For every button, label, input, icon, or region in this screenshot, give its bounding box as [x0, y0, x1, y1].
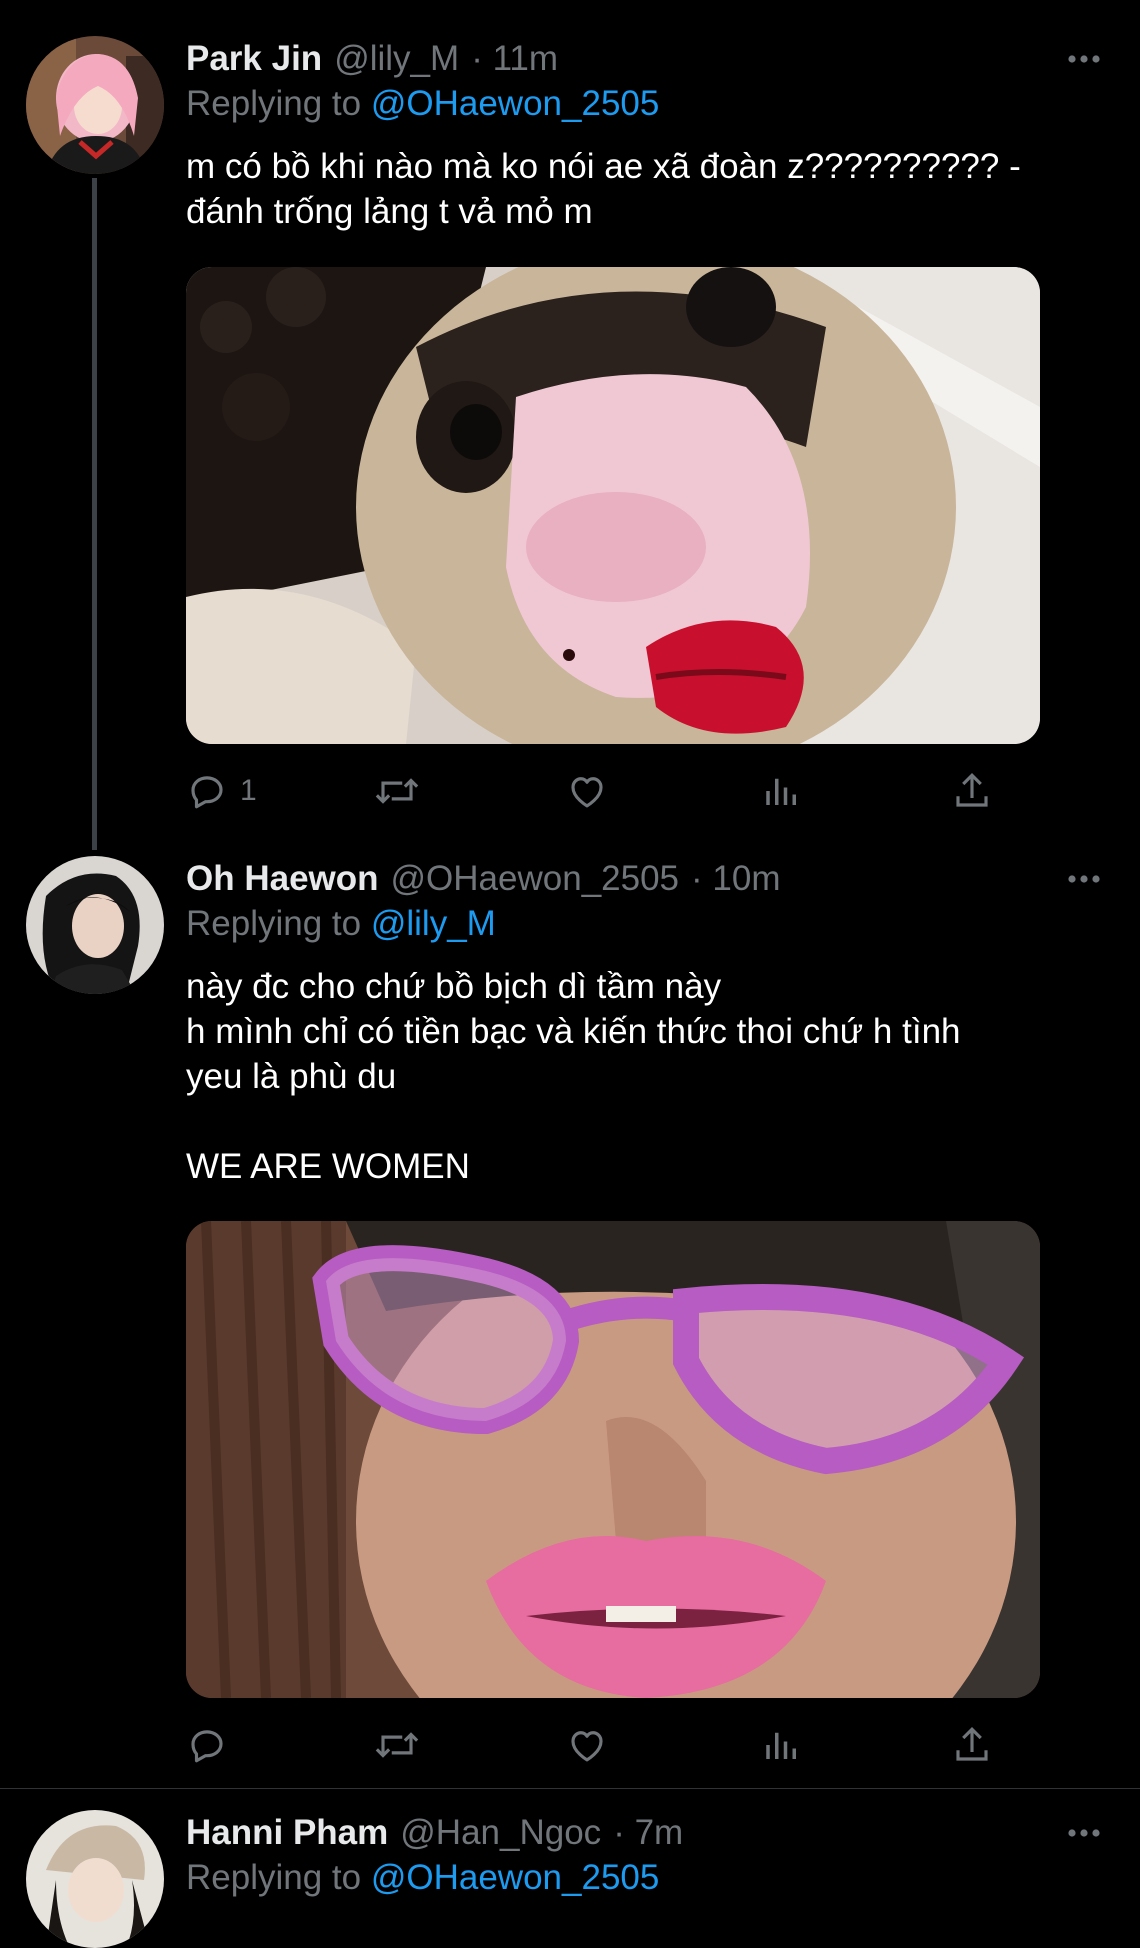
tweet-hanni-pham[interactable]: Hanni Pham @Han_Ngoc · 7m Replying to @O… — [0, 0, 1140, 1948]
display-name[interactable]: Hanni Pham — [186, 1813, 388, 1853]
avatar-hanni-pham[interactable] — [26, 1810, 164, 1948]
more-horizontal-icon — [1068, 1829, 1100, 1837]
replying-to-label: Replying to — [186, 1858, 362, 1897]
tweet-header: Hanni Pham @Han_Ngoc · 7m — [186, 1810, 1060, 1856]
user-handle[interactable]: @Han_Ngoc — [400, 1813, 601, 1853]
tweet-timestamp[interactable]: · 7m — [613, 1813, 683, 1853]
replying-to-line: Replying to @OHaewon_2505 — [186, 1858, 659, 1898]
mention-link[interactable]: @OHaewon_2505 — [371, 1858, 660, 1897]
more-options-button[interactable] — [1062, 1810, 1106, 1856]
